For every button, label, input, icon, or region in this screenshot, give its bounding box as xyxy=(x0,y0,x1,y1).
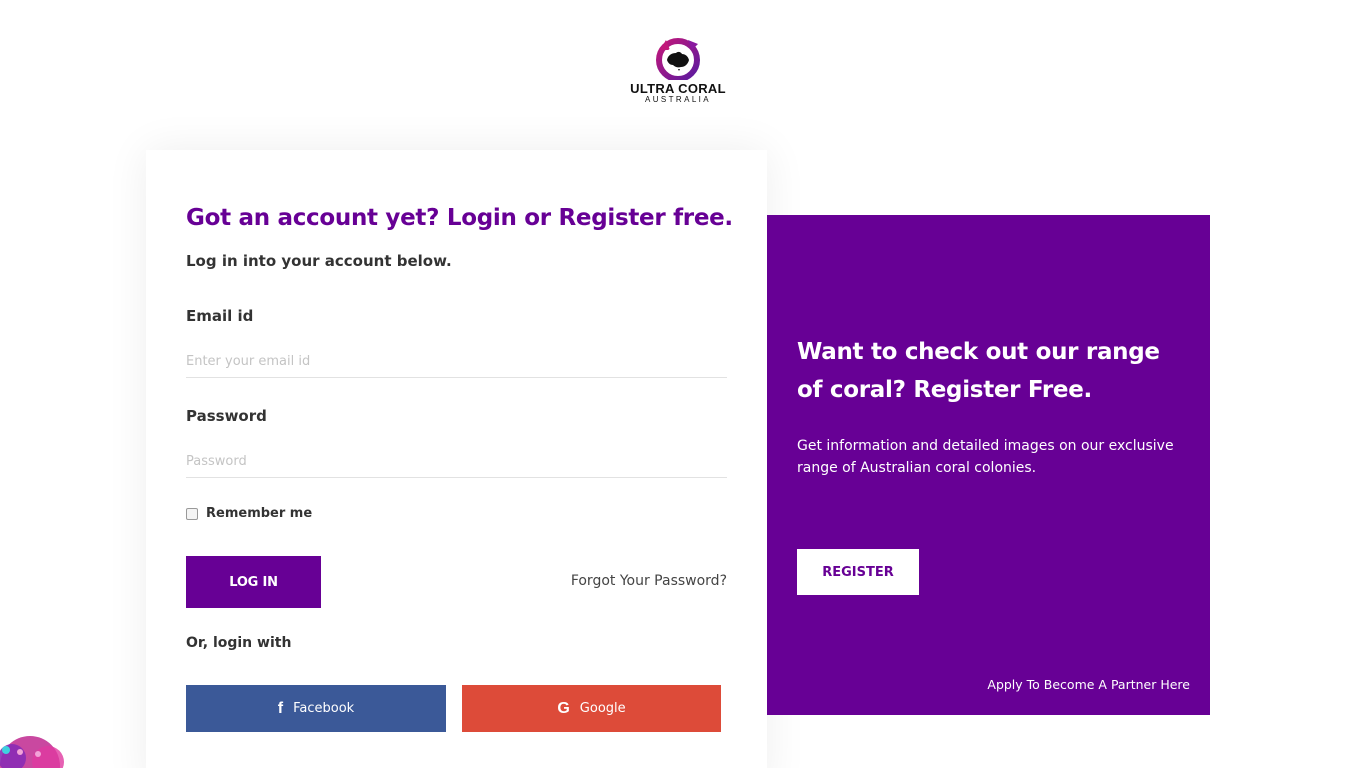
login-card: Got an account yet? Login or Register fr… xyxy=(146,150,767,768)
remember-me-label[interactable]: Remember me xyxy=(206,506,312,521)
login-heading: Got an account yet? Login or Register fr… xyxy=(186,205,733,231)
facebook-icon: f xyxy=(277,699,284,717)
partner-application-link[interactable]: Apply To Become A Partner Here xyxy=(987,677,1190,692)
google-login-label: Google xyxy=(579,701,626,716)
google-icon: G xyxy=(557,699,570,717)
login-page: ULTRA CORAL AUSTRALIA Got an account yet… xyxy=(0,0,1361,768)
google-login-button[interactable]: G Google xyxy=(462,685,721,732)
register-heading: Want to check out our range of coral? Re… xyxy=(797,339,1160,403)
remember-me-checkbox[interactable] xyxy=(186,507,198,520)
forgot-password-link[interactable]: Forgot Your Password? xyxy=(571,573,727,589)
remember-me-row: Remember me xyxy=(186,506,312,521)
password-field[interactable] xyxy=(186,446,727,478)
register-button[interactable]: REGISTER xyxy=(797,549,919,595)
login-subheading: Log in into your account below. xyxy=(186,252,452,270)
email-label: Email id xyxy=(186,307,254,325)
social-login-label: Or, login with xyxy=(186,635,292,651)
register-description: Get information and detailed images on o… xyxy=(797,438,1174,476)
logo-title: ULTRA CORAL xyxy=(630,81,726,96)
register-panel: Want to check out our range of coral? Re… xyxy=(767,215,1210,715)
facebook-login-label: Facebook xyxy=(293,701,355,716)
australia-map-logo-icon xyxy=(656,38,700,80)
login-button[interactable]: LOG IN xyxy=(186,556,321,608)
coral-decoration-image xyxy=(0,736,64,768)
site-logo[interactable]: ULTRA CORAL AUSTRALIA xyxy=(620,36,736,112)
logo-subtitle: AUSTRALIA xyxy=(644,95,712,104)
password-label: Password xyxy=(186,407,267,425)
facebook-login-button[interactable]: f Facebook xyxy=(186,685,446,732)
email-field[interactable] xyxy=(186,346,727,378)
